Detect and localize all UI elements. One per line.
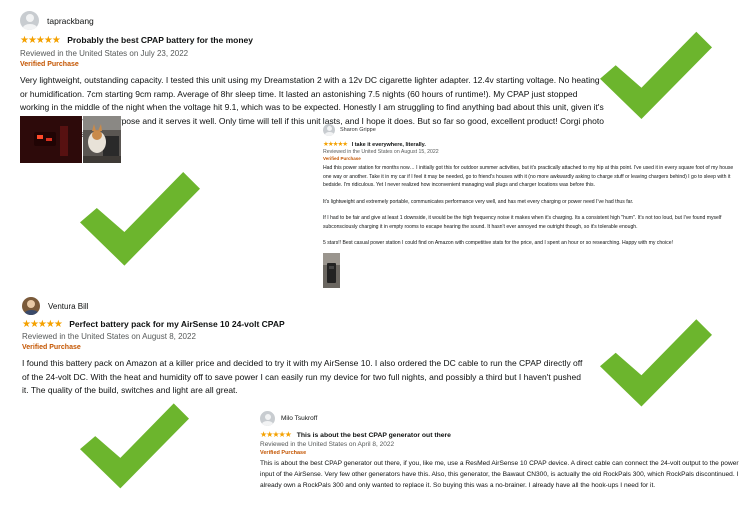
- review-photo-3[interactable]: [323, 253, 340, 288]
- star-rating: ★★★★★: [260, 430, 292, 439]
- review-date: Reviewed in the United States on August …: [323, 149, 439, 155]
- review-card-2: Sharon Grippe ★★★★★ I take it everywhere…: [323, 124, 741, 256]
- review-paragraph: I found this battery pack on Amazon at a…: [22, 358, 583, 395]
- reviewer-header: taprackbang: [20, 11, 605, 30]
- review-paragraph: Had this power station for months now… I…: [323, 165, 734, 188]
- checkmark-icon: [80, 403, 189, 489]
- reviewer-name[interactable]: taprackbang: [47, 16, 94, 26]
- rating-title-row: ★★★★★ This is about the best CPAP genera…: [260, 430, 748, 439]
- avatar-icon: [20, 11, 39, 30]
- review-date: Reviewed in the United States on July 23…: [20, 49, 189, 58]
- avatar-icon: [260, 411, 275, 426]
- star-rating: ★★★★★: [20, 35, 61, 46]
- avatar-icon: [323, 124, 335, 136]
- verified-purchase-badge: Verified Purchase: [323, 156, 361, 161]
- rating-title-row: ★★★★★ Probably the best CPAP battery for…: [20, 35, 605, 46]
- review-card-3: Ventura Bill ★★★★★ Perfect battery pack …: [22, 297, 587, 398]
- review-body: This is about the best CPAP generator ou…: [260, 459, 748, 491]
- verified-purchase-badge: Verified Purchase: [22, 344, 81, 351]
- verified-purchase-badge: Verified Purchase: [20, 61, 79, 68]
- review-paragraph: If I had to be fair and give at least 1 …: [323, 215, 722, 230]
- checkmark-icon: [600, 319, 712, 407]
- avatar-icon: [22, 297, 40, 315]
- review-title[interactable]: I take it everywhere, literally.: [352, 142, 426, 148]
- review-photo-1[interactable]: [20, 116, 82, 163]
- review-title[interactable]: Probably the best CPAP battery for the m…: [67, 35, 253, 45]
- reviewer-header: Milo Tsukroff: [260, 411, 748, 426]
- review-title[interactable]: Perfect battery pack for my AirSense 10 …: [69, 319, 284, 329]
- review-title[interactable]: This is about the best CPAP generator ou…: [297, 432, 451, 439]
- reviewer-header: Sharon Grippe: [323, 124, 741, 136]
- reviewer-name[interactable]: Milo Tsukroff: [281, 415, 317, 422]
- rating-title-row: ★★★★★ Perfect battery pack for my AirSen…: [22, 319, 587, 330]
- review-card-4: Milo Tsukroff ★★★★★ This is about the be…: [260, 411, 748, 491]
- review-body: Had this power station for months now… I…: [323, 164, 741, 248]
- review-paragraph: It's lightweight and extremely portable,…: [323, 198, 634, 205]
- review-photo-2[interactable]: [83, 116, 121, 163]
- review-paragraph: 5 stars!! Best casual power station I co…: [323, 240, 673, 246]
- review-date: Reviewed in the United States on August …: [22, 332, 196, 341]
- checkmark-icon: [80, 172, 200, 266]
- star-rating: ★★★★★: [323, 141, 348, 148]
- checkmark-icon: [600, 31, 712, 120]
- reviewer-header: Ventura Bill: [22, 297, 587, 315]
- review-date: Reviewed in the United States on April 8…: [260, 441, 395, 448]
- star-rating: ★★★★★: [22, 319, 63, 330]
- rating-title-row: ★★★★★ I take it everywhere, literally.: [323, 140, 741, 148]
- verified-purchase-badge: Verified Purchase: [260, 450, 307, 456]
- reviewer-name[interactable]: Sharon Grippe: [340, 127, 376, 133]
- review-body: I found this battery pack on Amazon at a…: [22, 357, 587, 398]
- review-paragraph: This is about the best CPAP generator ou…: [260, 460, 739, 489]
- reviewer-name[interactable]: Ventura Bill: [48, 302, 88, 311]
